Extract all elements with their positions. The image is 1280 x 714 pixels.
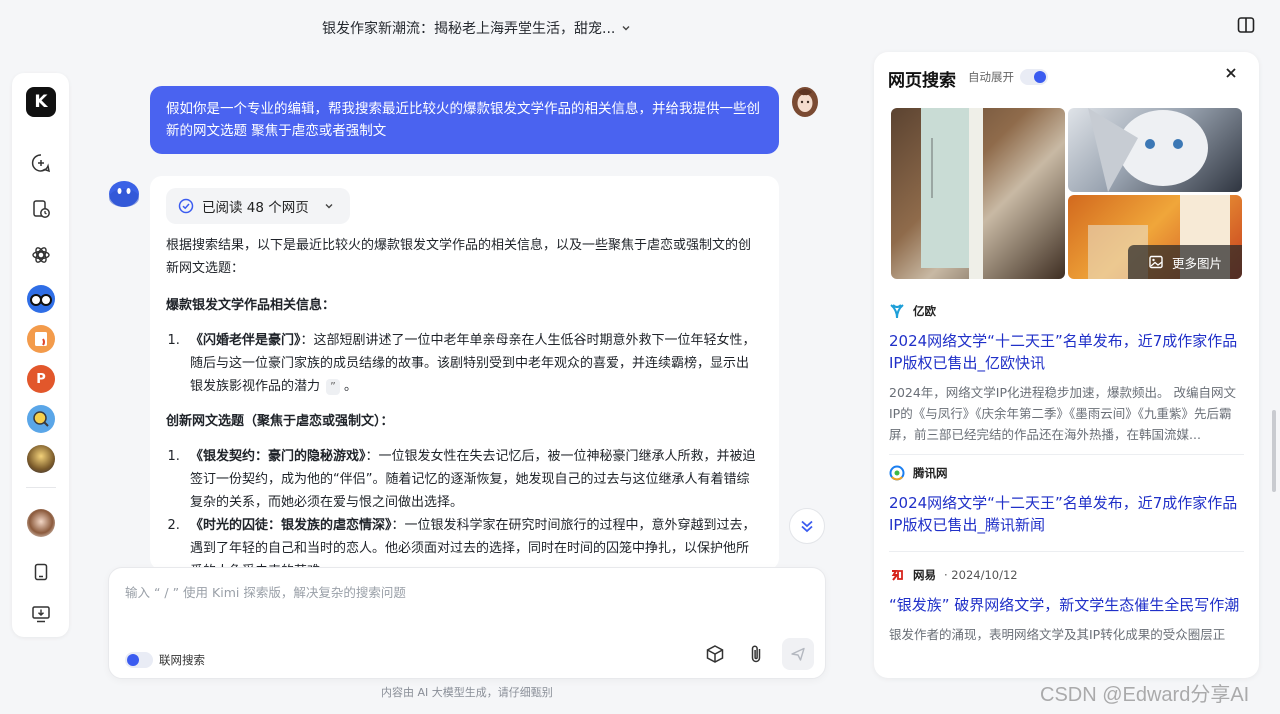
- chevron-down-icon: [622, 26, 630, 31]
- logo-text: K: [34, 92, 48, 112]
- result-title-link[interactable]: 2024网络文学“十二天王”名单发布，近7成作家作品IP版权已售出_腾讯新闻: [889, 492, 1245, 536]
- list-item: 《银发契约：豪门的隐秘游戏》：一位银发女性在失去记忆后，被一位神秘豪门继承人所救…: [184, 445, 758, 514]
- watermark: CSDN @Edward分享AI: [1040, 684, 1250, 706]
- send-button[interactable]: [782, 638, 814, 670]
- result-source: 腾讯网: [889, 464, 1245, 482]
- search-result[interactable]: 腾讯网 2024网络文学“十二天王”名单发布，近7成作家作品IP版权已售出_腾讯…: [889, 464, 1245, 536]
- section-heading: 创新网文选题（聚焦于虐恋或强制文）：: [166, 414, 394, 429]
- result-divider: [889, 454, 1244, 455]
- list-item: 《时光的囚徒：银发族的虐恋情深》：一位银发科学家在研究时间旅行的过程中，意外穿越…: [184, 514, 758, 570]
- toggle-switch[interactable]: [1020, 69, 1048, 85]
- result-divider: [889, 551, 1244, 552]
- sidebar-toggle-icon[interactable]: [1236, 15, 1256, 35]
- result-image[interactable]: [1068, 108, 1242, 192]
- close-icon[interactable]: [1224, 66, 1240, 82]
- ai-disclaimer: 内容由 AI 大模型生成，请仔细甄别: [381, 686, 553, 699]
- app-ppt-icon[interactable]: P: [26, 364, 56, 394]
- source-name: 网易: [913, 568, 936, 582]
- topic-title: 《时光的囚徒：银发族的虐恋情深》: [190, 518, 392, 533]
- chat-input-box[interactable]: 输入 “ / ” 使用 Kimi 探索版，解决复杂的搜索问题 联网搜索: [108, 567, 826, 679]
- result-source: 亿欧: [889, 302, 1245, 320]
- top-bar: 银发作家新潮流：揭秘老上海弄堂生活，甜宠...: [0, 0, 860, 56]
- netease-logo-icon: [889, 567, 905, 583]
- sidebar-divider: [26, 487, 56, 488]
- auto-expand-toggle[interactable]: 自动展开: [968, 69, 1048, 85]
- new-chat-icon[interactable]: [26, 148, 56, 178]
- web-search-label: 联网搜索: [159, 653, 205, 667]
- chevron-down-icon: [325, 204, 333, 209]
- kimi-bot-avatar: [108, 178, 140, 210]
- double-chevron-down-icon: [801, 520, 813, 533]
- mobile-icon[interactable]: [26, 557, 56, 587]
- paperclip-icon[interactable]: [744, 642, 768, 666]
- user-message: 假如你是一个专业的编辑，帮我搜索最近比较火的爆款银发文学作品的相关信息，并给我提…: [150, 86, 779, 154]
- result-image[interactable]: [891, 108, 1065, 279]
- result-title-link[interactable]: “银发族” 破界网络文学，新文学生态催生全民写作潮: [889, 594, 1245, 616]
- result-snippet: 2024年，网络文学IP化进程稳步加速，爆款频出。 改编自网文IP的《与凤行》《…: [889, 385, 1237, 442]
- send-icon: [791, 647, 805, 661]
- scrollbar-thumb[interactable]: [1272, 410, 1276, 492]
- topic-ideas-list: 《银发契约：豪门的隐秘游戏》：一位银发女性在失去记忆后，被一位神秘豪门继承人所救…: [184, 445, 758, 570]
- assistant-answer: 已阅读 48 个网页 根据搜索结果，以下是最近比较火的爆款银发文学作品的相关信息…: [150, 176, 779, 570]
- result-date: · 2024/10/12: [944, 568, 1018, 582]
- conversation-title: 银发作家新潮流：揭秘老上海弄堂生活，甜宠...: [322, 21, 616, 37]
- list-item: 《闪婚老伴是豪门》：这部短剧讲述了一位中老年单亲母亲在人生低谷时期意外救下一位年…: [184, 329, 758, 398]
- user-avatar: [789, 86, 821, 122]
- app-avatar-icon[interactable]: [26, 444, 56, 474]
- left-sidebar: K P: [12, 73, 69, 637]
- answer-body: 根据搜索结果，以下是最近比较火的爆款银发文学作品的相关信息，以及一些聚焦于虐恋或…: [166, 234, 758, 570]
- sentence-end: 。: [344, 379, 358, 394]
- web-search-panel: 网页搜索 自动展开 更多图片 亿欧 2024网络文学“十二天王”名单发布，近7成…: [874, 52, 1259, 678]
- work-title: 《闪婚老伴是豪门》: [190, 333, 301, 348]
- auto-expand-label: 自动展开: [968, 70, 1014, 84]
- tencent-logo-icon: [889, 465, 905, 481]
- citation-quote-icon[interactable]: ”: [326, 379, 340, 395]
- hot-works-list: 《闪婚老伴是豪门》：这部短剧讲述了一位中老年单亲母亲在人生低谷时期意外救下一位年…: [184, 329, 758, 398]
- app-orange-icon[interactable]: [26, 324, 56, 354]
- topic-title: 《银发契约：豪门的隐秘游戏》: [190, 449, 366, 464]
- more-images-label: 更多图片: [1171, 255, 1222, 271]
- cube-icon[interactable]: [703, 642, 727, 666]
- check-circle-icon: [178, 198, 194, 214]
- answer-intro: 根据搜索结果，以下是最近比较火的爆款银发文学作品的相关信息，以及一些聚焦于虐恋或…: [166, 238, 752, 276]
- section-heading: 爆款银发文学作品相关信息：: [166, 298, 336, 313]
- explore-icon[interactable]: [26, 240, 56, 270]
- result-title-link[interactable]: 2024网络文学“十二天王”名单发布，近7成作家作品IP版权已售出_亿欧快讯: [889, 330, 1245, 374]
- user-avatar-icon[interactable]: [26, 508, 56, 538]
- source-name: 腾讯网: [913, 466, 948, 480]
- toggle-switch[interactable]: [125, 652, 153, 668]
- app-search-icon[interactable]: [26, 404, 56, 434]
- result-snippet: 银发作者的涌现，表明网络文学及其IP转化成果的受众圈层正: [889, 627, 1226, 642]
- yiou-logo-icon: [889, 303, 905, 319]
- read-sources-dropdown[interactable]: 已阅读 48 个网页: [166, 188, 350, 224]
- image-gallery: 更多图片: [891, 108, 1242, 279]
- download-app-icon[interactable]: [26, 599, 56, 629]
- kimi-logo[interactable]: K: [26, 87, 56, 117]
- read-status: 已阅读 48 个网页: [202, 200, 309, 216]
- conversation-title-dropdown[interactable]: 银发作家新潮流：揭秘老上海弄堂生活，甜宠...: [322, 18, 631, 38]
- chat-input-placeholder[interactable]: 输入 “ / ” 使用 Kimi 探索版，解决复杂的搜索问题: [125, 582, 406, 601]
- source-name: 亿欧: [913, 304, 936, 318]
- image-icon: [1149, 255, 1163, 269]
- more-images-button[interactable]: 更多图片: [1128, 245, 1242, 279]
- panel-title: 网页搜索: [888, 71, 956, 91]
- search-result[interactable]: 亿欧 2024网络文学“十二天王”名单发布，近7成作家作品IP版权已售出_亿欧快…: [889, 302, 1245, 445]
- result-source: 网易 · 2024/10/12: [889, 566, 1245, 584]
- user-message-text: 假如你是一个专业的编辑，帮我搜索最近比较火的爆款银发文学作品的相关信息，并给我提…: [166, 101, 760, 139]
- scroll-to-bottom-button[interactable]: [789, 508, 825, 544]
- history-icon[interactable]: [26, 194, 56, 224]
- app-glasses-icon[interactable]: [26, 284, 56, 314]
- web-search-toggle[interactable]: 联网搜索: [125, 652, 205, 668]
- search-result[interactable]: 网易 · 2024/10/12 “银发族” 破界网络文学，新文学生态催生全民写作…: [889, 566, 1245, 645]
